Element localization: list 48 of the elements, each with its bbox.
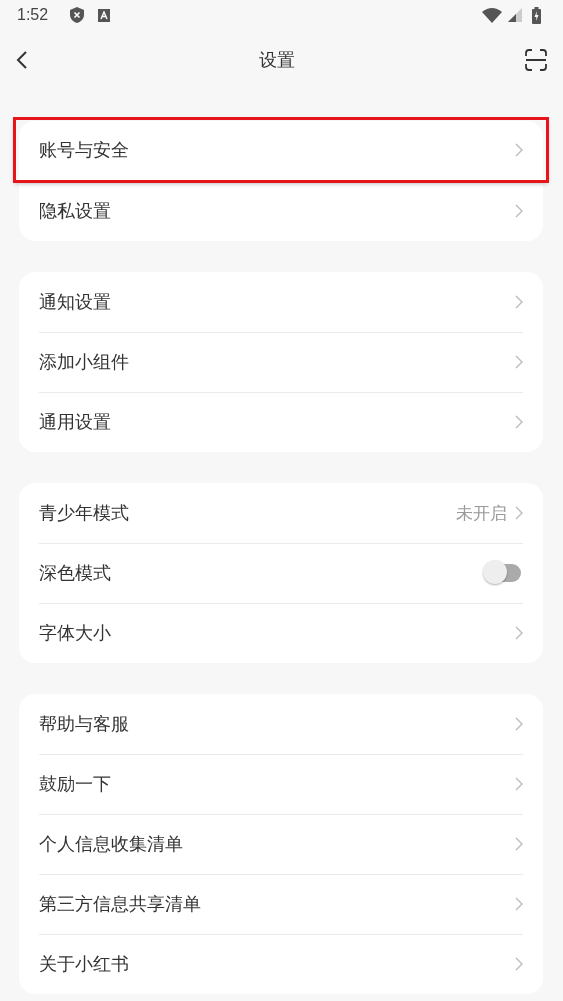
row-label: 字体大小 bbox=[39, 621, 111, 645]
row-label: 青少年模式 bbox=[39, 501, 129, 525]
settings-row[interactable]: 个人信息收集清单 bbox=[19, 814, 543, 874]
row-value: 未开启 bbox=[456, 501, 507, 525]
font-icon bbox=[98, 8, 111, 22]
signal-icon bbox=[508, 8, 522, 22]
chevron-right-icon bbox=[515, 626, 523, 640]
row-label: 隐私设置 bbox=[39, 199, 111, 223]
shield-icon bbox=[70, 7, 85, 23]
settings-row[interactable]: 青少年模式 未开启 bbox=[19, 483, 543, 543]
back-icon bbox=[16, 50, 28, 70]
settings-row[interactable]: 账号与安全 bbox=[15, 119, 547, 181]
status-time: 1:52 bbox=[17, 6, 49, 24]
row-label: 第三方信息共享清单 bbox=[39, 892, 201, 916]
chevron-right-icon bbox=[515, 415, 523, 429]
settings-row[interactable]: 关于小红书 bbox=[19, 934, 543, 994]
settings-row[interactable]: 通知设置 bbox=[19, 272, 543, 332]
chevron-right-icon bbox=[515, 355, 523, 369]
chevron-right-icon bbox=[515, 837, 523, 851]
chevron-right-icon bbox=[515, 295, 523, 309]
settings-row[interactable]: 深色模式 bbox=[19, 543, 543, 603]
chevron-right-icon bbox=[515, 957, 523, 971]
row-label: 鼓励一下 bbox=[39, 772, 111, 796]
scan-icon bbox=[525, 49, 547, 71]
row-label: 帮助与客服 bbox=[39, 712, 129, 736]
chevron-right-icon bbox=[515, 897, 523, 911]
chevron-right-icon bbox=[515, 506, 523, 520]
settings-row[interactable]: 通用设置 bbox=[19, 392, 543, 452]
row-label: 通知设置 bbox=[39, 290, 111, 314]
battery-icon bbox=[532, 6, 541, 24]
row-label: 关于小红书 bbox=[39, 952, 129, 976]
chevron-right-icon bbox=[515, 777, 523, 791]
row-label: 账号与安全 bbox=[39, 138, 129, 162]
page-title: 设置 bbox=[258, 48, 295, 72]
settings-row[interactable]: 鼓励一下 bbox=[19, 754, 543, 814]
settings-row[interactable]: 隐私设置 bbox=[19, 181, 543, 241]
chevron-right-icon bbox=[515, 204, 523, 218]
row-label: 通用设置 bbox=[39, 410, 111, 434]
settings-row[interactable]: 添加小组件 bbox=[19, 332, 543, 392]
chevron-right-icon bbox=[515, 143, 523, 157]
row-label: 深色模式 bbox=[39, 561, 111, 585]
row-label: 添加小组件 bbox=[39, 350, 129, 374]
wifi-icon bbox=[482, 7, 502, 23]
settings-row[interactable]: 帮助与客服 bbox=[19, 694, 543, 754]
settings-row[interactable]: 字体大小 bbox=[19, 603, 543, 663]
settings-row[interactable]: 第三方信息共享清单 bbox=[19, 874, 543, 934]
chevron-right-icon bbox=[515, 717, 523, 731]
row-label: 个人信息收集清单 bbox=[39, 832, 183, 856]
